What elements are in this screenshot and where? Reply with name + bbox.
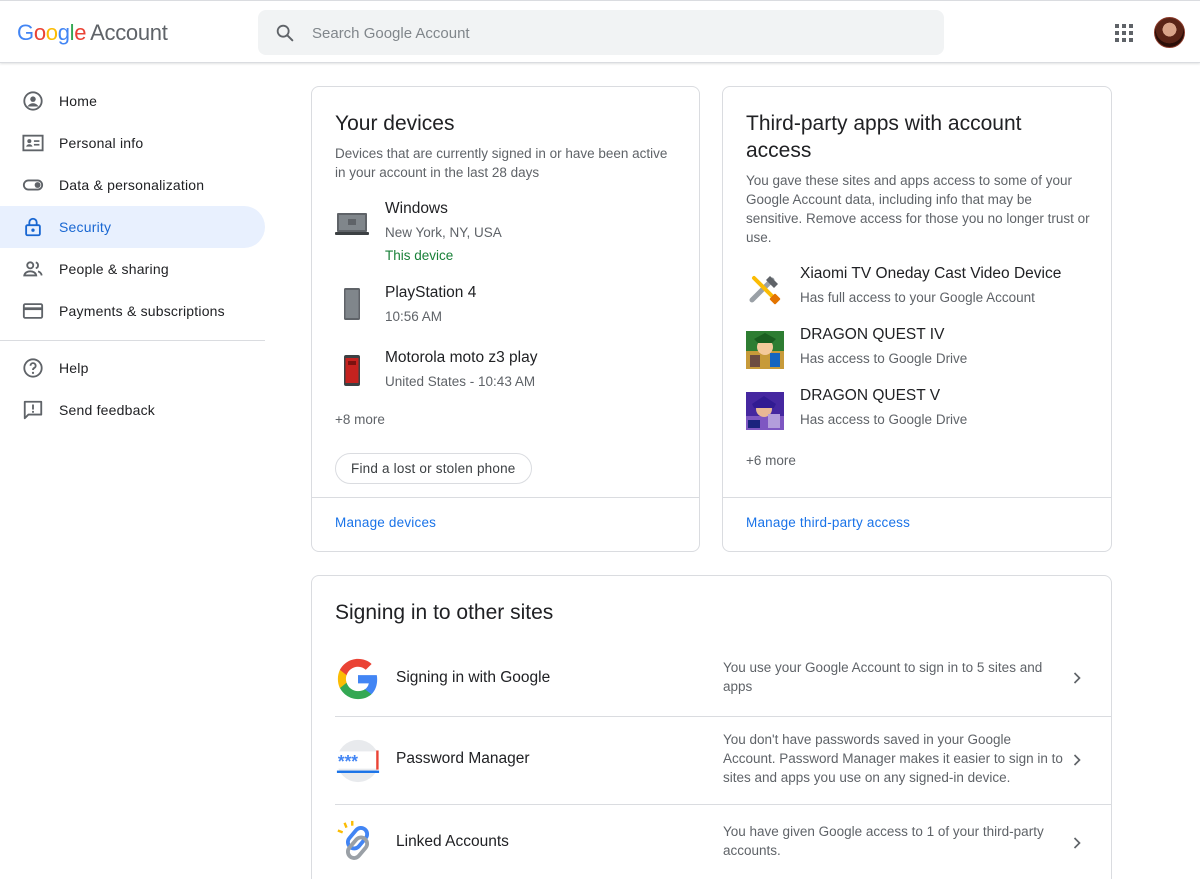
google-account-logo[interactable]: Google Account	[17, 20, 168, 46]
phone-red-icon	[344, 355, 360, 386]
device-name: Windows	[385, 200, 448, 217]
search-input[interactable]	[312, 21, 912, 45]
password-manager-icon: ***	[336, 739, 380, 783]
this-device-label: This device	[385, 248, 454, 263]
find-lost-phone-button[interactable]: Find a lost or stolen phone	[335, 453, 532, 484]
account-avatar[interactable]	[1154, 17, 1185, 48]
sidebar-item-home[interactable]: Home	[0, 80, 265, 122]
devices-card: Your devices Devices that are currently …	[311, 86, 700, 552]
row-description: You use your Google Account to sign in t…	[723, 660, 1043, 694]
lock-icon	[22, 216, 44, 238]
signing-in-card: Signing in to other sites Signing in wit…	[311, 575, 1112, 879]
sidebar-item-label: Payments & subscriptions	[59, 303, 225, 319]
apps-card-description: You gave these sites and apps access to …	[746, 173, 1090, 245]
help-icon	[22, 357, 44, 379]
top-bar: Google Account	[0, 0, 1200, 63]
sidebar-item-people-sharing[interactable]: People & sharing	[0, 248, 265, 290]
toggle-icon	[22, 174, 44, 196]
apps-card-footer: Manage third-party access	[723, 497, 1111, 551]
sidebar-nav: Home Personal info Data & personalizatio…	[0, 80, 266, 431]
app-name: Xiaomi TV Oneday Cast Video Device	[800, 265, 1062, 282]
devices-card-title: Your devices	[335, 112, 455, 135]
linked-accounts-row[interactable]: Linked Accounts You have given Google ac…	[335, 805, 1111, 879]
signing-in-card-title: Signing in to other sites	[335, 601, 554, 624]
third-party-apps-card: Third-party apps with account access You…	[722, 86, 1112, 552]
signing-in-with-google-row[interactable]: Signing in with Google You use your Goog…	[335, 642, 1111, 717]
credit-card-icon	[22, 300, 44, 322]
sidebar-item-label: Home	[59, 93, 98, 109]
phone-icon	[344, 288, 360, 320]
row-label: Linked Accounts	[396, 833, 509, 850]
device-name: Motorola moto z3 play	[385, 349, 538, 366]
dq4-app-icon	[746, 331, 784, 369]
sidebar-item-payments[interactable]: Payments & subscriptions	[0, 290, 265, 332]
home-icon	[22, 90, 44, 112]
sidebar-item-label: Security	[59, 219, 112, 235]
app-name: DRAGON QUEST IV	[800, 326, 945, 343]
sidebar-divider	[0, 340, 265, 341]
sidebar-item-label: Help	[59, 360, 89, 376]
svg-text:***: ***	[338, 751, 358, 771]
device-location: New York, NY, USA	[385, 225, 502, 240]
sidebar-item-personal-info[interactable]: Personal info	[0, 122, 265, 164]
password-manager-row[interactable]: *** Password Manager You don't have pass…	[335, 717, 1111, 805]
apps-more-count[interactable]: +6 more	[746, 453, 796, 468]
chevron-right-icon	[1073, 837, 1081, 849]
link-icon	[337, 820, 370, 860]
manage-third-party-access-link[interactable]: Manage third-party access	[746, 515, 910, 530]
people-icon	[22, 258, 44, 280]
device-last-active: 10:56 AM	[385, 309, 443, 324]
logo-account-text: Account	[90, 20, 168, 45]
dq5-app-icon	[746, 392, 784, 430]
sidebar-item-label: Data & personalization	[59, 177, 205, 193]
devices-card-footer: Manage devices	[312, 497, 699, 551]
devices-more-count[interactable]: +8 more	[335, 412, 385, 427]
feedback-icon	[22, 399, 44, 421]
sidebar-item-help[interactable]: Help	[0, 347, 265, 389]
google-g-icon	[337, 658, 378, 700]
row-label: Password Manager	[396, 750, 530, 767]
app-access-level: Has full access to your Google Account	[800, 290, 1035, 305]
row-label: Signing in with Google	[396, 669, 551, 686]
personal-info-icon	[22, 132, 44, 154]
chevron-right-icon	[1073, 672, 1081, 684]
sidebar-item-send-feedback[interactable]: Send feedback	[0, 389, 265, 431]
sidebar-item-label: Personal info	[59, 135, 144, 151]
sidebar-item-label: People & sharing	[59, 261, 169, 277]
devices-card-description: Devices that are currently signed in or …	[335, 146, 668, 180]
sidebar-item-data-personalization[interactable]: Data & personalization	[0, 164, 265, 206]
apps-card-title: Third-party apps with account access	[746, 112, 1022, 162]
row-description: You have given Google access to 1 of you…	[723, 824, 1044, 858]
device-last-active: United States - 10:43 AM	[385, 374, 536, 389]
search-icon[interactable]	[274, 22, 296, 44]
chevron-right-icon	[1073, 754, 1081, 766]
app-access-level: Has access to Google Drive	[800, 351, 968, 366]
app-access-level: Has access to Google Drive	[800, 412, 968, 427]
row-description: You don't have passwords saved in your G…	[723, 732, 1063, 785]
sidebar-item-label: Send feedback	[59, 402, 156, 418]
tools-icon	[749, 276, 781, 305]
manage-devices-link[interactable]: Manage devices	[335, 515, 436, 530]
app-name: DRAGON QUEST V	[800, 387, 941, 404]
sidebar-item-security[interactable]: Security	[0, 206, 265, 248]
device-name: PlayStation 4	[385, 284, 477, 301]
laptop-icon	[335, 213, 369, 235]
apps-grid-icon[interactable]	[1112, 21, 1136, 45]
search-bar[interactable]	[258, 10, 944, 55]
